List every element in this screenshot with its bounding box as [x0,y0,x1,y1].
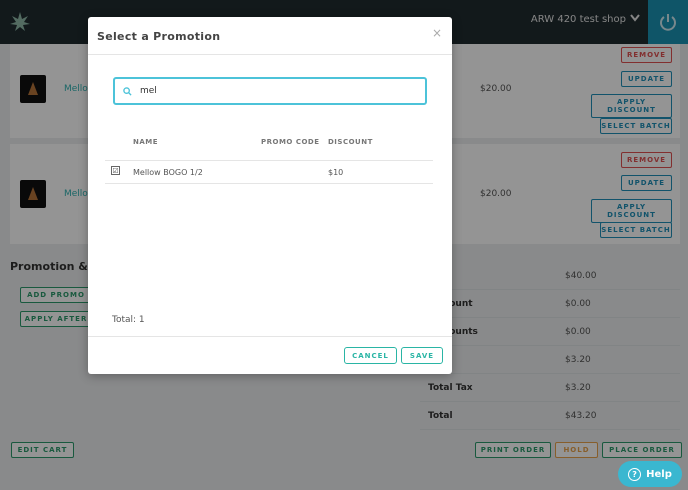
row-checkbox[interactable]: ☑ [111,166,120,175]
help-button[interactable]: ? Help [618,461,682,487]
table-row[interactable]: ☑ Mellow BOGO 1/2 $10 [105,160,433,184]
close-icon[interactable]: × [432,26,442,40]
modal-title: Select a Promotion [97,30,221,43]
column-discount[interactable]: DISCOUNT [328,138,373,146]
select-promotion-modal: Select a Promotion × NAME PROMO CODE DIS… [88,17,452,374]
promotion-name: Mellow BOGO 1/2 [133,168,203,177]
modal-footer: CANCEL SAVE [88,336,452,374]
results-total: Total: 1 [112,315,145,325]
help-label: Help [646,468,672,480]
search-icon [123,86,132,96]
cancel-button[interactable]: CANCEL [344,347,397,364]
column-promo-code[interactable]: PROMO CODE [261,138,320,146]
promotion-discount: $10 [328,168,344,177]
search-input[interactable] [140,86,410,96]
question-icon: ? [628,467,642,481]
column-name[interactable]: NAME [133,138,158,146]
search-field[interactable] [113,77,427,105]
save-button[interactable]: SAVE [401,347,443,364]
modal-header: Select a Promotion × [88,17,452,55]
